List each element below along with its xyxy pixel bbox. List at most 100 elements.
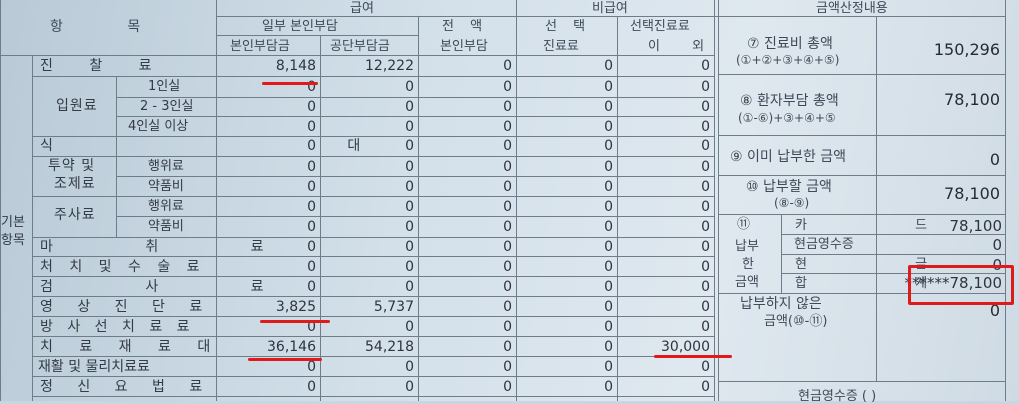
cell-jusa_yak-seontaek: 0 — [604, 219, 613, 235]
row-label-cheochi: 처 치 및 수 술 료 — [40, 259, 206, 275]
grid-line — [32, 156, 714, 157]
grid-line — [32, 196, 714, 197]
header-bigeupyeo: 비급여 — [592, 1, 628, 16]
grid-line — [32, 396, 714, 397]
cell-bangsa-oe: 0 — [701, 319, 710, 335]
grid-line — [418, 16, 419, 401]
grid-line — [1005, 0, 1006, 401]
row-label-jeongsin: 정 신 요 법 료 — [40, 379, 213, 395]
cell-tuyak_haeng-bonin: 0 — [307, 159, 316, 175]
grid-line — [876, 16, 877, 381]
calc-9-value: 0 — [989, 150, 1000, 169]
cell-ipwon23-oe: 0 — [701, 99, 710, 115]
cell-machwi-jeonaek: 0 — [503, 239, 512, 255]
unpaid-label-2: 금액(⑩-⑪) — [764, 314, 828, 329]
cell-ipwon1-jeonaek: 0 — [503, 79, 512, 95]
cell-bangsa-seontaek: 0 — [604, 319, 613, 335]
grid-line — [216, 16, 1005, 17]
cell-chiryo-seontaek: 0 — [604, 339, 613, 355]
cell-jaehwal-seontaek: 0 — [604, 359, 613, 375]
side-label-hangmok: 항목 — [1, 233, 25, 248]
cell-tuyak_yak-bonin: 0 — [307, 179, 316, 195]
cell-jusa_haeng-jeonaek: 0 — [503, 199, 512, 215]
header-seontaek2: 진료료 — [543, 39, 579, 54]
header-seontaek-oe1: 선택진료료 — [630, 19, 690, 34]
cell-sikdae-oe: 0 — [701, 138, 710, 154]
cell-bangsa-jeonaek: 0 — [503, 319, 512, 335]
cell-sikdae-bonin: 0 — [307, 138, 316, 154]
calc-11-l2: 한 — [742, 257, 754, 272]
grid-line — [516, 0, 517, 401]
row-label-ipwon1: 1인실 — [148, 79, 181, 94]
cell-machwi-bonin: 0 — [307, 239, 316, 255]
row-label-tuyak-yak: 약품비 — [148, 179, 184, 194]
cell-sikdae-jeonaek: 0 — [503, 138, 512, 154]
cell-chiryo-jeonaek: 0 — [503, 339, 512, 355]
grid-line — [32, 336, 714, 337]
row-label-bangsa: 방 사 선 치 료 료 — [40, 319, 195, 335]
cell-ipwon1-oe: 0 — [701, 79, 710, 95]
row-label-chiryo: 치 료 재 료 대 — [40, 339, 222, 355]
cell-chiryo-oe: 30,000 — [661, 339, 710, 355]
header-jeonaek2: 본인부담 — [440, 39, 488, 54]
cell-cheochi-bonin: 0 — [307, 259, 316, 275]
underline-jinchal — [262, 82, 318, 85]
cell-geomsa-gongdan: 0 — [405, 279, 414, 295]
header-geupyeo: 급여 — [350, 1, 374, 16]
cell-ipwon1-seontaek: 0 — [604, 79, 613, 95]
highlight-total — [908, 265, 1014, 305]
receipt-page: 항 목 급여 비급여 금액산정내용 일부 본인부담 본인부담금 공단부담금 전 … — [0, 0, 1019, 404]
header-bonin: 본인부담금 — [230, 39, 290, 54]
cell-cheochi-gongdan: 0 — [405, 259, 414, 275]
grid-line — [32, 55, 33, 401]
grid-line — [32, 356, 714, 357]
cell-jusa_haeng-oe: 0 — [701, 199, 710, 215]
grid-line — [718, 214, 1005, 215]
grid-line — [617, 16, 618, 401]
row-label-jusa-group: 주사료 — [54, 207, 96, 223]
cell-ipwon4-jeonaek: 0 — [503, 119, 512, 135]
calc-11-l3: 금액 — [735, 275, 759, 290]
cell-ipwon4-bonin: 0 — [307, 119, 316, 135]
cell-tuyak_yak-seontaek: 0 — [604, 179, 613, 195]
unpaid-label-1: 납부하지 않은 — [740, 296, 822, 312]
cell-jinchal-oe: 0 — [701, 58, 710, 74]
grid-line — [32, 256, 714, 257]
calc-10-formula: (⑧-⑨) — [774, 196, 810, 210]
row-label-jusa-haeng: 행위료 — [148, 199, 184, 214]
cell-chiryo-bonin: 36,146 — [267, 339, 316, 355]
calc-10-value: 78,100 — [944, 184, 1000, 203]
grid-line — [32, 136, 714, 137]
cell-jeongsin-gongdan: 0 — [405, 379, 414, 395]
cell-tuyak_haeng-seontaek: 0 — [604, 159, 613, 175]
grid-line — [32, 237, 714, 238]
grid-line — [32, 296, 714, 297]
grid-line — [718, 0, 719, 401]
cell-geomsa-bonin: 0 — [307, 279, 316, 295]
cell-jusa_yak-gongdan: 0 — [405, 219, 414, 235]
cash-receipt-label: 현금영수증 — [794, 237, 854, 252]
grid-line — [714, 0, 715, 401]
cell-machwi-gongdan: 0 — [405, 239, 414, 255]
grid-line — [0, 55, 714, 56]
cell-cheochi-oe: 0 — [701, 259, 710, 275]
cell-jusa_haeng-bonin: 0 — [307, 199, 316, 215]
cell-jinchal-jeonaek: 0 — [503, 58, 512, 74]
cell-tuyak_haeng-oe: 0 — [701, 159, 710, 175]
cell-tuyak_yak-oe: 0 — [701, 179, 710, 195]
cell-tuyak_haeng-gongdan: 0 — [405, 159, 414, 175]
cell-yeongsang-gongdan: 5,737 — [373, 299, 414, 315]
grid-line — [32, 276, 714, 277]
card-value: 78,100 — [949, 217, 1003, 235]
cell-ipwon4-gongdan: 0 — [405, 119, 414, 135]
cell-jaehwal-bonin: 0 — [307, 359, 316, 375]
calc-9-title: ⑨ 이미 납부한 금액 — [730, 149, 847, 165]
cash-receipt-cut: 현금영수증 ( ) — [798, 389, 877, 404]
cell-tuyak_haeng-jeonaek: 0 — [503, 159, 512, 175]
grid-line — [116, 97, 714, 98]
cell-tuyak_yak-gongdan: 0 — [405, 179, 414, 195]
header-gongdan: 공단부담금 — [330, 39, 390, 54]
row-label-ipwon4: 4인실 이상 — [128, 119, 189, 134]
cell-ipwon4-oe: 0 — [701, 119, 710, 135]
calc-11-l1: 납부 — [735, 239, 759, 254]
